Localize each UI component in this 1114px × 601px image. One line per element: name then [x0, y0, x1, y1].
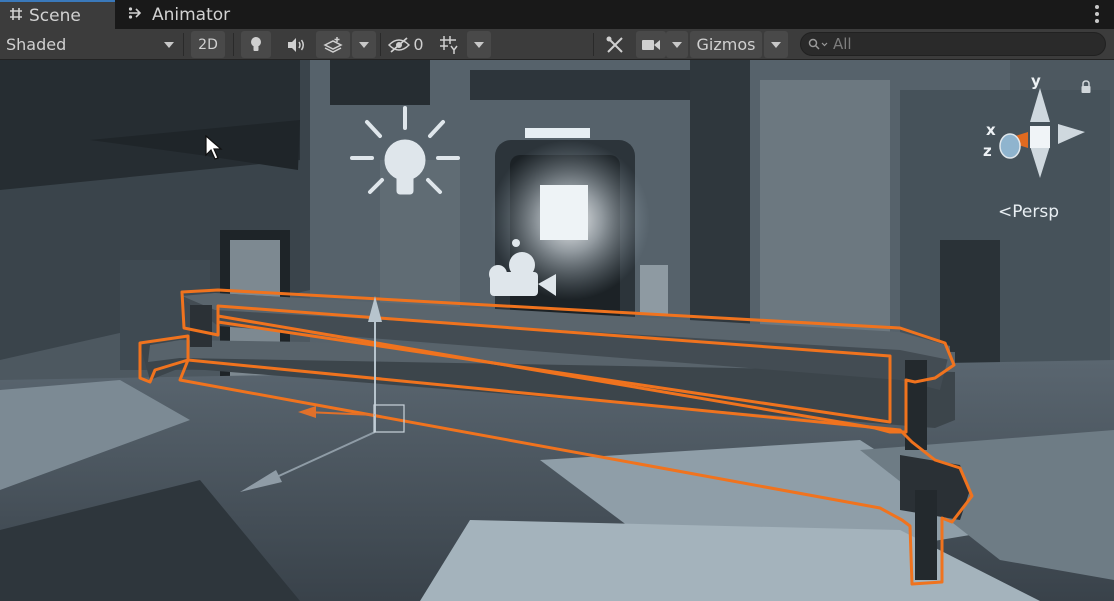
- search-input[interactable]: [833, 35, 1093, 53]
- persp-arrow-icon: <: [998, 202, 1013, 222]
- mouse-cursor-icon: [205, 134, 223, 165]
- grid-snapping-toggle[interactable]: [434, 31, 464, 58]
- axis-x-label: x: [986, 121, 996, 139]
- axis-y-label: y: [1031, 72, 1041, 90]
- layers-effects-icon: [323, 37, 343, 53]
- camera-settings-dropdown[interactable]: [666, 31, 688, 58]
- chevron-down-icon: [672, 41, 682, 48]
- scene-render: [0, 60, 1114, 601]
- lightbulb-icon: [251, 37, 261, 51]
- scene-lighting-toggle[interactable]: [241, 31, 271, 58]
- scene-audio-toggle[interactable]: [281, 31, 311, 58]
- projection-toggle[interactable]: <Persp: [998, 202, 1059, 222]
- tab-bar: Scene Animator: [0, 0, 1114, 29]
- tab-animator-label: Animator: [152, 4, 231, 25]
- speaker-icon: [288, 37, 304, 52]
- grid-hash-icon: [9, 6, 23, 26]
- gizmos-dropdown[interactable]: [764, 31, 788, 58]
- scene-viewport[interactable]: y x z <Persp: [0, 60, 1114, 601]
- chevron-down-icon: [474, 41, 484, 48]
- lock-icon[interactable]: [1080, 79, 1092, 98]
- scene-effects-dropdown[interactable]: [352, 31, 376, 58]
- tools-icon: [606, 36, 623, 53]
- hidden-objects-toggle[interactable]: 0: [385, 31, 427, 58]
- animator-icon: [128, 5, 146, 25]
- chevron-down-icon: [771, 41, 781, 48]
- grid-snap-icon: [440, 35, 458, 54]
- chevron-down-icon: [359, 41, 369, 48]
- mode-2d-toggle[interactable]: 2D: [191, 31, 225, 58]
- scene-effects-toggle[interactable]: [316, 31, 350, 58]
- gizmos-label: Gizmos: [696, 35, 756, 54]
- gizmos-toggle[interactable]: Gizmos: [690, 31, 762, 58]
- shading-mode-label: Shaded: [6, 35, 67, 54]
- tab-scene-label: Scene: [29, 5, 81, 26]
- shading-mode-dropdown[interactable]: Shaded: [0, 31, 182, 58]
- tab-scene[interactable]: Scene: [0, 0, 115, 29]
- video-camera-icon: [642, 39, 660, 50]
- search-icon: [808, 38, 828, 50]
- tab-animator[interactable]: Animator: [128, 0, 230, 29]
- chevron-down-icon: [164, 41, 174, 48]
- axis-z-label: z: [983, 142, 992, 160]
- tools-toggle[interactable]: [598, 31, 632, 58]
- grid-snapping-dropdown[interactable]: [467, 31, 491, 58]
- scene-toolbar: Shaded 2D 0 Gizmos: [0, 29, 1114, 60]
- projection-label: Persp: [1012, 202, 1059, 222]
- eye-slash-icon: [388, 36, 411, 53]
- hidden-count: 0: [413, 35, 424, 54]
- search-field[interactable]: [800, 32, 1106, 56]
- camera-settings-button[interactable]: [636, 31, 666, 58]
- more-options-icon[interactable]: [1094, 5, 1100, 23]
- mode-2d-label: 2D: [198, 36, 218, 53]
